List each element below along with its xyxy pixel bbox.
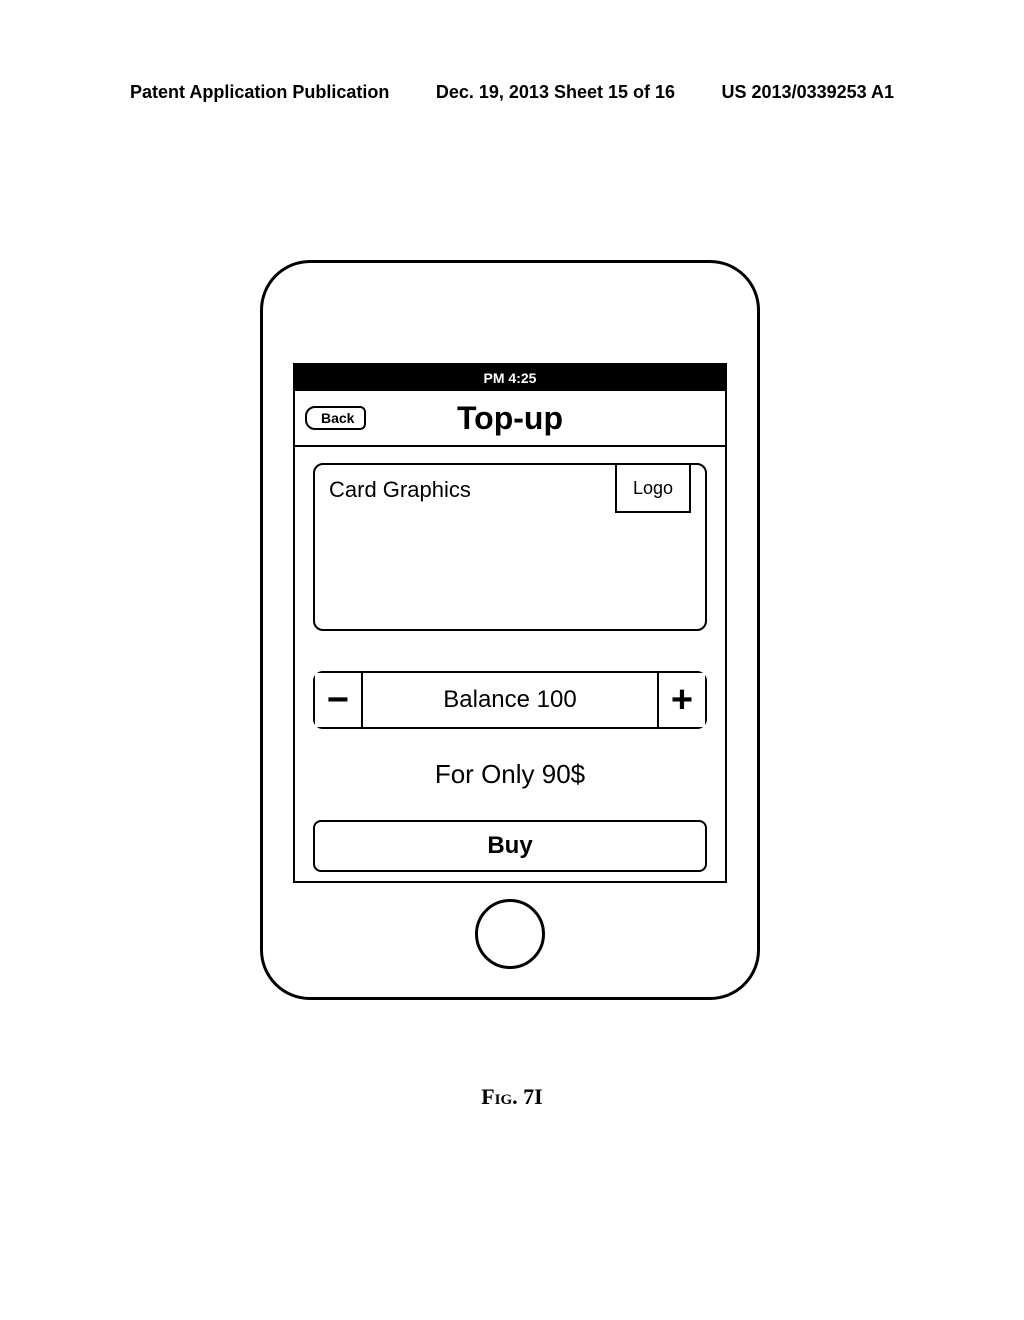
price-label: For Only 90$ <box>313 759 707 790</box>
header-right: US 2013/0339253 A1 <box>722 82 894 103</box>
header-center: Dec. 19, 2013 Sheet 15 of 16 <box>436 82 675 103</box>
content-area: Card Graphics Logo − Balance 100 + For O… <box>295 447 725 872</box>
back-label: Back <box>321 410 354 426</box>
decrement-button[interactable]: − <box>315 673 363 727</box>
nav-bar: Back Top-up <box>295 391 725 447</box>
figure-text: Fig. 7I <box>481 1084 543 1109</box>
minus-icon: − <box>327 679 349 722</box>
buy-button[interactable]: Buy <box>313 820 707 872</box>
balance-value: Balance 100 <box>363 673 657 727</box>
header-left: Patent Application Publication <box>130 82 389 103</box>
home-button[interactable] <box>475 899 545 969</box>
figure-caption: Fig. 7I <box>0 1084 1024 1110</box>
back-button[interactable]: Back <box>305 406 366 430</box>
balance-stepper: − Balance 100 + <box>313 671 707 729</box>
plus-icon: + <box>671 679 693 722</box>
status-time: PM 4:25 <box>484 370 537 386</box>
logo-box: Logo <box>615 464 691 513</box>
phone-screen: PM 4:25 Back Top-up Card Graphics Logo −… <box>293 363 727 883</box>
logo-label: Logo <box>633 478 673 498</box>
increment-button[interactable]: + <box>657 673 705 727</box>
card-graphic: Card Graphics Logo <box>313 463 707 631</box>
phone-device: PM 4:25 Back Top-up Card Graphics Logo −… <box>260 260 760 1000</box>
card-label: Card Graphics <box>329 477 471 502</box>
status-bar: PM 4:25 <box>295 365 725 391</box>
page-header: Patent Application Publication Dec. 19, … <box>0 82 1024 103</box>
buy-label: Buy <box>487 832 532 859</box>
